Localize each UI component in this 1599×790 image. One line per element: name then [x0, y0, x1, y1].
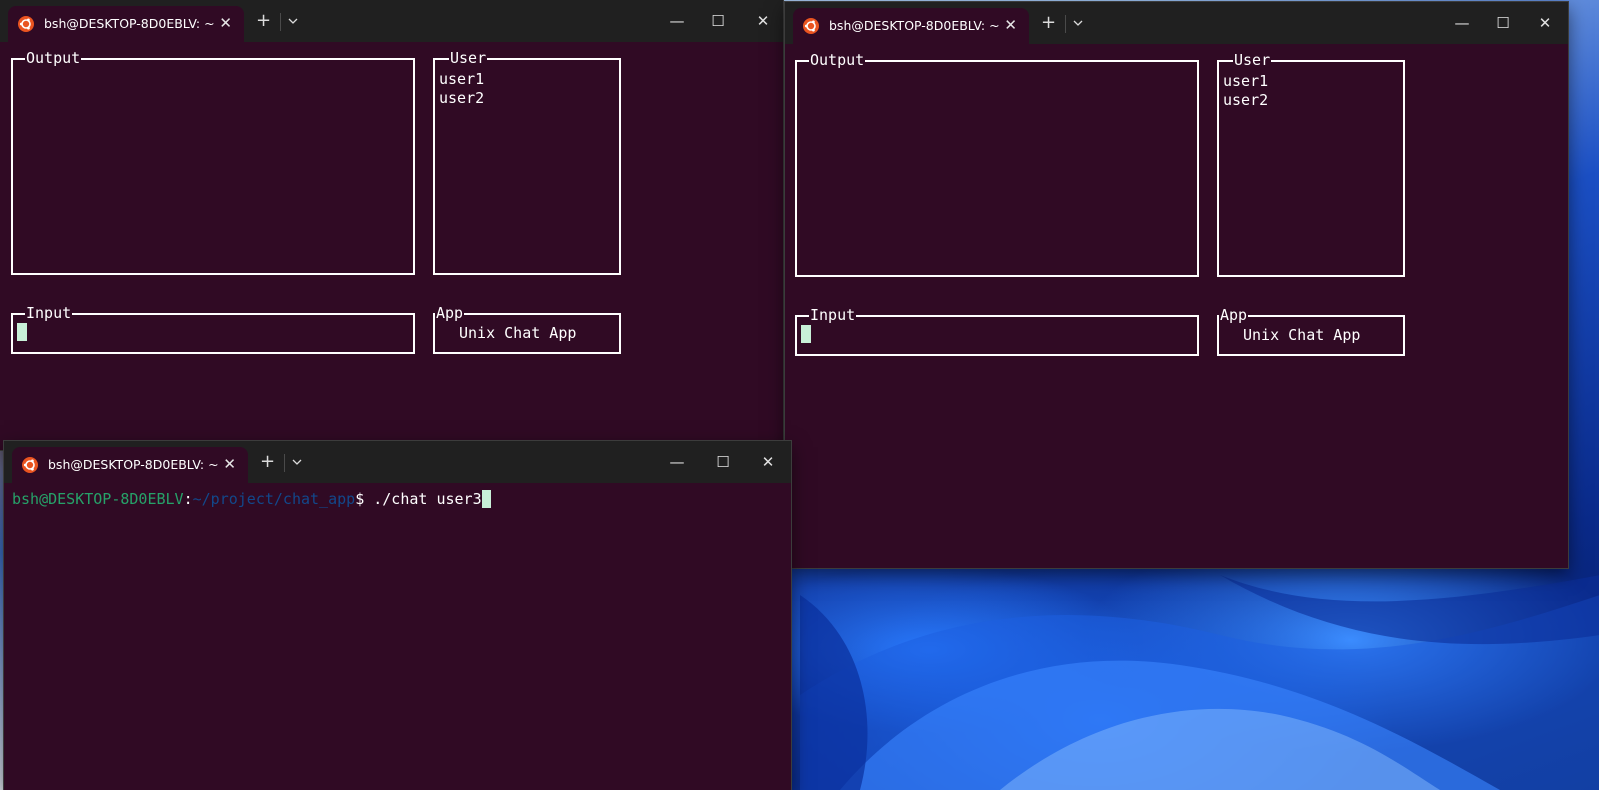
new-tab-button[interactable]: +: [260, 453, 275, 471]
typed-command: ./chat user3: [364, 490, 482, 508]
input-panel[interactable]: Input: [11, 304, 415, 354]
terminal-window-3[interactable]: bsh@DESKTOP-8D0EBLV: ~/p ✕ + — ☐ ✕ bsh@D…: [4, 441, 791, 790]
maximize-button[interactable]: ☐: [700, 441, 746, 483]
tab-title: bsh@DESKTOP-8D0EBLV: ~/p: [829, 18, 999, 33]
app-label: App: [1219, 306, 1249, 324]
title-bar[interactable]: bsh@DESKTOP-8D0EBLV: ~/p ✕ + — ☐ ✕: [785, 2, 1568, 44]
prompt-symbol: $: [355, 490, 365, 508]
user-list-item: user2: [439, 89, 485, 107]
terminal-window-2[interactable]: bsh@DESKTOP-8D0EBLV: ~/p ✕ + — ☐ ✕ Outpu…: [785, 2, 1568, 568]
chevron-down-icon[interactable]: [1073, 18, 1083, 28]
shell-prompt-line[interactable]: bsh@DESKTOP-8D0EBLV:~/project/chat_app$ …: [12, 490, 491, 508]
minimize-button[interactable]: —: [654, 441, 700, 483]
text-cursor: [481, 490, 491, 508]
input-label: Input: [809, 306, 857, 324]
app-panel: App Unix Chat App: [1217, 306, 1405, 356]
output-panel: Output: [795, 51, 1199, 277]
maximize-button[interactable]: ☐: [695, 0, 741, 42]
user-list: user1 user2: [1223, 72, 1268, 110]
maximize-button[interactable]: ☐: [1480, 2, 1526, 44]
tab-title: bsh@DESKTOP-8D0EBLV: ~/p: [48, 457, 218, 472]
text-cursor: [17, 323, 27, 341]
app-name: Unix Chat App: [459, 324, 577, 342]
close-button[interactable]: ✕: [745, 441, 791, 483]
user-label: User: [1233, 51, 1272, 69]
ubuntu-icon: [18, 16, 34, 32]
tab-separator: [284, 454, 285, 472]
tab-separator: [1065, 15, 1066, 33]
user-panel: User user1 user2: [433, 49, 621, 275]
chevron-down-icon[interactable]: [288, 16, 298, 26]
user-list: user1 user2: [439, 70, 484, 108]
prompt-path: ~/project/chat_app: [192, 490, 356, 508]
terminal-tab[interactable]: bsh@DESKTOP-8D0EBLV: ~/p ✕: [12, 447, 248, 483]
output-label: Output: [25, 49, 82, 67]
ubuntu-icon: [22, 457, 38, 473]
user-list-item: user2: [1223, 91, 1269, 109]
user-list-item: user1: [439, 70, 485, 88]
prompt-separator: :: [183, 490, 193, 508]
new-tab-button[interactable]: +: [256, 12, 271, 30]
terminal-tab[interactable]: bsh@DESKTOP-8D0EBLV: ~/p ✕: [8, 6, 244, 42]
output-panel: Output: [11, 49, 415, 275]
close-button[interactable]: ✕: [1522, 2, 1568, 44]
input-label: Input: [25, 304, 73, 322]
minimize-button[interactable]: —: [1439, 2, 1485, 44]
tab-close-icon[interactable]: ✕: [1004, 17, 1017, 33]
user-label: User: [449, 49, 488, 67]
user-panel: User user1 user2: [1217, 51, 1405, 277]
prompt-user-host: bsh@DESKTOP-8D0EBLV: [12, 490, 184, 508]
app-name: Unix Chat App: [1243, 326, 1361, 344]
output-label: Output: [809, 51, 866, 69]
new-tab-button[interactable]: +: [1041, 14, 1056, 32]
terminal-window-1[interactable]: bsh@DESKTOP-8D0EBLV: ~/p ✕ + — ☐ ✕ Outpu…: [0, 0, 783, 450]
tab-separator: [280, 13, 281, 31]
app-label: App: [435, 304, 465, 322]
minimize-button[interactable]: —: [654, 0, 700, 42]
ubuntu-icon: [803, 18, 819, 34]
input-panel[interactable]: Input: [795, 306, 1199, 356]
close-button[interactable]: ✕: [740, 0, 783, 42]
title-bar[interactable]: bsh@DESKTOP-8D0EBLV: ~/p ✕ + — ☐ ✕: [4, 441, 791, 483]
text-cursor: [801, 325, 811, 343]
title-bar[interactable]: bsh@DESKTOP-8D0EBLV: ~/p ✕ + — ☐ ✕: [0, 0, 783, 42]
wallpaper-bloom: [800, 575, 1599, 790]
user-list-item: user1: [1223, 72, 1269, 90]
app-panel: App Unix Chat App: [433, 304, 621, 354]
tab-title: bsh@DESKTOP-8D0EBLV: ~/p: [44, 16, 214, 31]
tab-close-icon[interactable]: ✕: [219, 15, 232, 31]
tab-close-icon[interactable]: ✕: [223, 456, 236, 472]
chevron-down-icon[interactable]: [292, 457, 302, 467]
terminal-tab[interactable]: bsh@DESKTOP-8D0EBLV: ~/p ✕: [793, 8, 1029, 44]
